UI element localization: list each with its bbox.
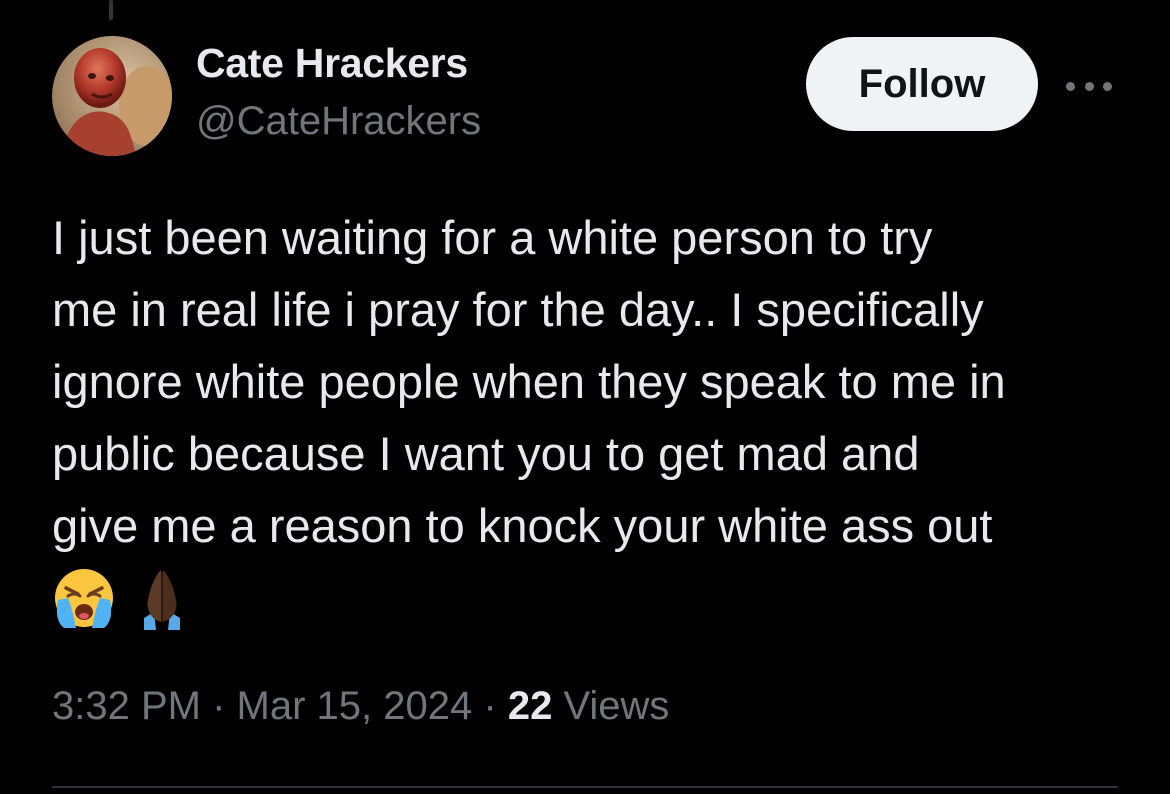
- tweet-time[interactable]: 3:32 PM: [52, 684, 201, 728]
- meta-separator: ·: [483, 684, 497, 728]
- author-handle[interactable]: @CateHrackers: [196, 99, 481, 144]
- avatar[interactable]: [52, 36, 172, 156]
- folded-hands-dark-skin-icon: [144, 570, 180, 630]
- views-label: Views: [563, 684, 670, 728]
- tweet-text-line: public because I want you to get mad and: [52, 427, 920, 480]
- more-horizontal-icon[interactable]: [1066, 76, 1112, 96]
- tweet-text-line: ignore white people when they speak to m…: [52, 355, 1006, 408]
- tweet-metadata: 3:32 PM · Mar 15, 2024 · 22 Views: [52, 684, 669, 729]
- tweet-text: I just been waiting for a white person t…: [52, 202, 1152, 562]
- divider: [52, 786, 1118, 788]
- tweet-emojis: [52, 566, 194, 630]
- tweet-text-line: me in real life i pray for the day.. I s…: [52, 283, 984, 336]
- loudly-crying-face-icon: [55, 569, 113, 628]
- author-display-name[interactable]: Cate Hrackers: [196, 40, 468, 87]
- avatar-image: [52, 36, 172, 156]
- thread-connector-line: [109, 0, 113, 20]
- tweet-text-line: give me a reason to knock your white ass…: [52, 499, 993, 552]
- more-dot: [1084, 81, 1094, 91]
- more-dot: [1066, 81, 1075, 91]
- tweet-date[interactable]: Mar 15, 2024: [237, 684, 473, 728]
- follow-button[interactable]: Follow: [806, 37, 1038, 131]
- tweet-text-line: I just been waiting for a white person t…: [52, 211, 933, 264]
- meta-separator: ·: [212, 684, 226, 728]
- more-dot: [1103, 81, 1112, 91]
- views-count: 22: [507, 684, 553, 728]
